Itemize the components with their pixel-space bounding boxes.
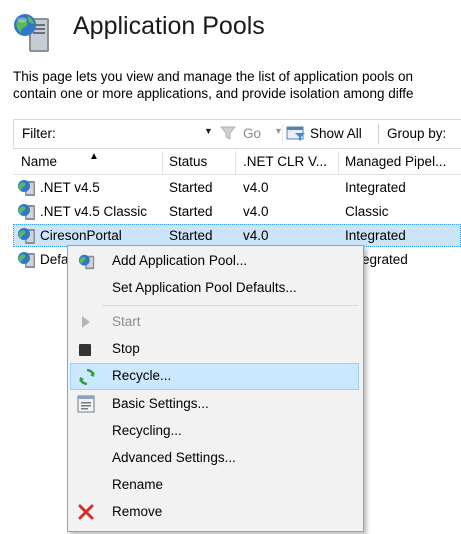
funnel-icon[interactable] bbox=[219, 125, 238, 146]
pool-clr-version: v4.0 bbox=[243, 204, 269, 219]
column-header-clr[interactable]: .NET CLR V... bbox=[243, 154, 335, 169]
pool-pipeline: Integrated bbox=[345, 180, 406, 195]
menu-item-label: Add Application Pool... bbox=[112, 253, 248, 268]
filter-label: Filter: bbox=[22, 126, 56, 141]
remove-icon bbox=[78, 504, 94, 520]
column-divider[interactable] bbox=[162, 151, 163, 174]
pool-status: Started bbox=[169, 228, 213, 243]
menu-item-advanced-settings[interactable]: Advanced Settings... bbox=[70, 445, 359, 472]
pool-clr-version: v4.0 bbox=[243, 180, 269, 195]
app-pool-icon bbox=[17, 250, 37, 275]
group-by-button[interactable]: Group by: bbox=[387, 126, 446, 141]
table-row-selected[interactable]: CiresonPortal Started v4.0 Integrated bbox=[13, 224, 461, 247]
menu-item-recycling[interactable]: Recycling... bbox=[70, 418, 359, 445]
menu-item-label: Advanced Settings... bbox=[112, 450, 236, 465]
application-pools-icon bbox=[12, 12, 54, 56]
table-row[interactable]: .NET v4.5 Classic Started v4.0 Classic bbox=[13, 200, 461, 223]
column-divider[interactable] bbox=[338, 151, 339, 174]
stop-icon bbox=[79, 343, 95, 359]
filter-toolbar: Filter: ▼ Go ▼ Show All Group by: bbox=[13, 119, 461, 149]
pool-pipeline: Integrated bbox=[345, 228, 406, 243]
sort-ascending-icon: ▲ bbox=[89, 151, 99, 162]
page-title: Application Pools bbox=[73, 12, 265, 40]
menu-item-label: Remove bbox=[112, 504, 163, 519]
go-button[interactable]: Go bbox=[243, 126, 261, 141]
pool-name: .NET v4.5 bbox=[40, 180, 100, 195]
show-all-icon[interactable] bbox=[286, 124, 306, 147]
context-menu: Add Application Pool... Set Application … bbox=[67, 245, 364, 532]
column-header-name[interactable]: Name bbox=[21, 154, 57, 169]
menu-item-label: Recycling... bbox=[112, 423, 182, 438]
pool-name: Defa bbox=[40, 252, 69, 267]
toolbar-divider bbox=[378, 124, 379, 144]
menu-item-label: Rename bbox=[112, 477, 164, 492]
description-line-1: This page lets you view and manage the l… bbox=[13, 69, 413, 84]
column-header-pipeline[interactable]: Managed Pipel... bbox=[345, 154, 461, 169]
menu-item-start[interactable]: Start bbox=[70, 309, 359, 336]
menu-item-stop[interactable]: Stop bbox=[70, 336, 359, 363]
menu-item-set-defaults[interactable]: Set Application Pool Defaults... bbox=[70, 275, 359, 302]
toolbar-divider bbox=[282, 124, 283, 144]
settings-icon bbox=[77, 395, 95, 413]
menu-item-label: Stop bbox=[112, 341, 140, 356]
menu-separator bbox=[102, 305, 358, 306]
menu-item-rename[interactable]: Rename bbox=[70, 472, 359, 499]
menu-item-add-application-pool[interactable]: Add Application Pool... bbox=[70, 248, 359, 275]
table-row[interactable]: .NET v4.5 Started v4.0 Integrated bbox=[13, 176, 461, 199]
pool-pipeline: Classic bbox=[345, 204, 389, 219]
recycle-icon bbox=[78, 368, 95, 386]
menu-item-label: Basic Settings... bbox=[112, 396, 209, 411]
pool-status: Started bbox=[169, 204, 213, 219]
pool-pipeline: egrated bbox=[362, 252, 408, 267]
menu-item-remove[interactable]: Remove bbox=[70, 499, 359, 526]
menu-item-label: Set Application Pool Defaults... bbox=[112, 280, 297, 295]
menu-item-label: Recycle... bbox=[112, 368, 172, 383]
menu-item-label: Start bbox=[112, 314, 141, 329]
menu-item-recycle[interactable]: Recycle... bbox=[70, 363, 359, 390]
column-divider[interactable] bbox=[235, 151, 236, 174]
show-all-button[interactable]: Show All bbox=[310, 126, 362, 141]
filter-dropdown-arrow-icon[interactable]: ▼ bbox=[204, 126, 213, 136]
description-line-2: contain one or more applications, and pr… bbox=[13, 86, 414, 101]
menu-item-basic-settings[interactable]: Basic Settings... bbox=[70, 391, 359, 418]
pool-name: .NET v4.5 Classic bbox=[40, 204, 148, 219]
page-description: This page lets you view and manage the l… bbox=[13, 68, 461, 102]
pool-clr-version: v4.0 bbox=[243, 228, 269, 243]
play-icon bbox=[80, 315, 96, 331]
filter-input[interactable] bbox=[62, 124, 202, 142]
table-header: Name ▲ Status .NET CLR V... Managed Pipe… bbox=[13, 151, 461, 175]
pool-status: Started bbox=[169, 180, 213, 195]
app-pool-icon bbox=[78, 253, 95, 270]
column-header-status[interactable]: Status bbox=[169, 154, 207, 169]
pool-name: CiresonPortal bbox=[40, 228, 122, 243]
